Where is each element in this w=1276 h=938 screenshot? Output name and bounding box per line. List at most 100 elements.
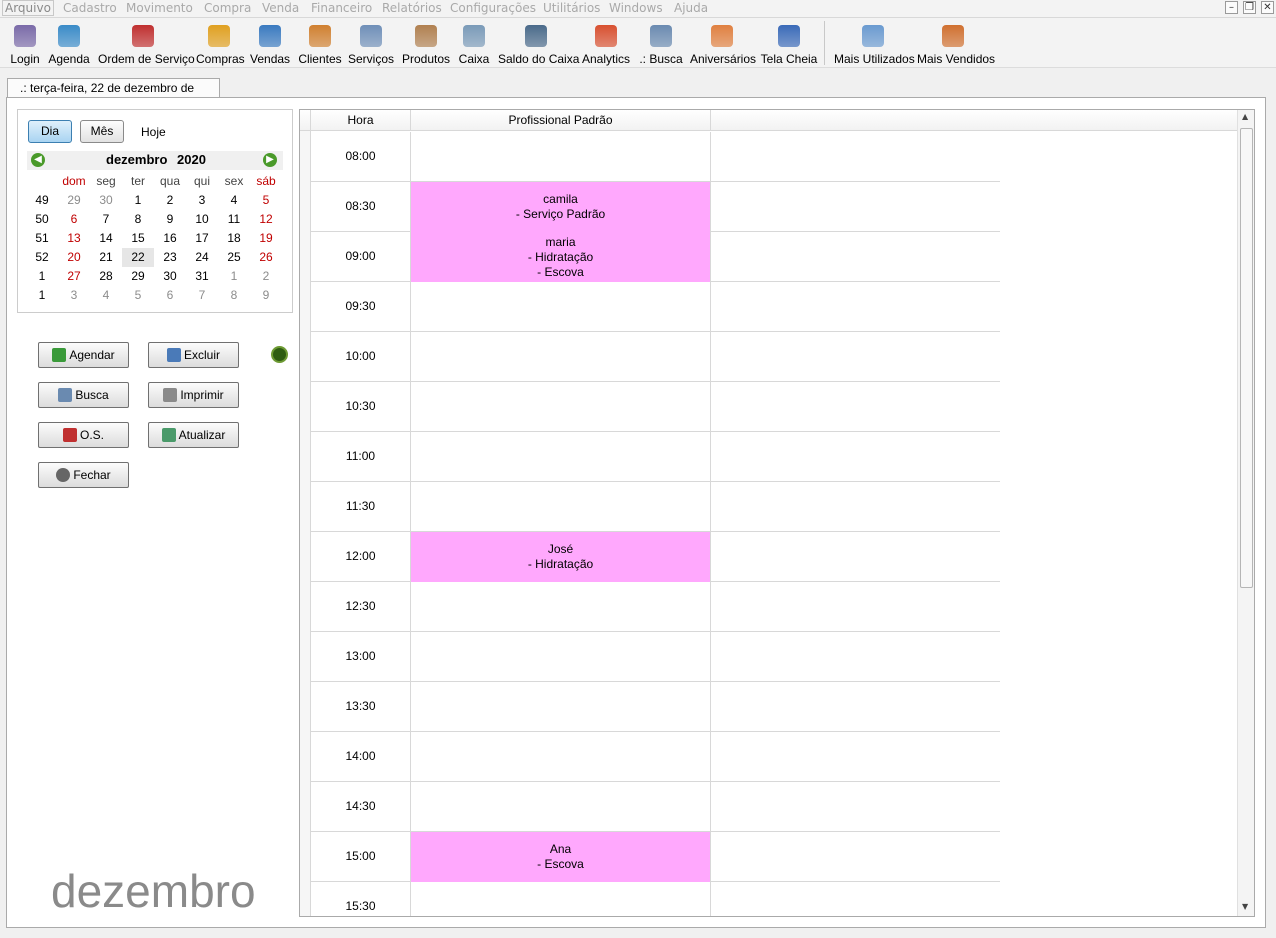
time-slot[interactable] <box>411 682 711 731</box>
calendar-day[interactable]: 12 <box>250 210 282 229</box>
calendar-day[interactable]: 19 <box>250 229 282 248</box>
menu-financeiro[interactable]: Financeiro <box>311 1 372 15</box>
agendar-button[interactable]: Agendar <box>38 342 129 368</box>
column-header-hora[interactable]: Hora <box>311 110 411 131</box>
atualizar-button[interactable]: Atualizar <box>148 422 239 448</box>
menu-arquivo[interactable]: Arquivo <box>2 0 54 16</box>
calendar-day[interactable]: 16 <box>154 229 186 248</box>
time-slot[interactable] <box>411 382 711 431</box>
scroll-down-icon[interactable]: ▼ <box>1242 902 1248 911</box>
calendar-day[interactable]: 10 <box>186 210 218 229</box>
calendar-day[interactable]: 8 <box>218 286 250 305</box>
prev-month-icon[interactable]: ◀ <box>31 153 45 167</box>
calendar-day[interactable]: 27 <box>58 267 90 286</box>
menu-relatorios[interactable]: Relatórios <box>382 1 442 15</box>
time-slot[interactable] <box>411 782 711 831</box>
calendar-day[interactable]: 13 <box>58 229 90 248</box>
calendar-day[interactable]: 29 <box>122 267 154 286</box>
time-row[interactable]: 10:00 <box>311 332 1000 382</box>
menu-configuracoes[interactable]: Configurações <box>450 1 536 15</box>
view-day-button[interactable]: Dia <box>28 120 72 143</box>
toolbar-produtos[interactable]: Produtos <box>401 22 451 66</box>
calendar-day[interactable]: 2 <box>154 191 186 210</box>
appointment-block[interactable]: camila - Serviço Padrão <box>411 182 710 232</box>
time-slot[interactable] <box>411 132 711 181</box>
menu-cadastro[interactable]: Cadastro <box>63 1 117 15</box>
menu-venda[interactable]: Venda <box>262 1 299 15</box>
busca-button[interactable]: Busca <box>38 382 129 408</box>
appointment-block[interactable]: maria - Hidratação - Escova <box>411 232 710 282</box>
menu-compra[interactable]: Compra <box>204 1 251 15</box>
calendar-day[interactable]: 28 <box>90 267 122 286</box>
toolbar-agenda[interactable]: Agenda <box>48 22 90 66</box>
calendar-day[interactable]: 24 <box>186 248 218 267</box>
calendar-day[interactable]: 30 <box>90 191 122 210</box>
time-slot[interactable] <box>411 732 711 781</box>
time-slot[interactable] <box>411 482 711 531</box>
time-row[interactable]: 09:30 <box>311 282 1000 332</box>
imprimir-button[interactable]: Imprimir <box>148 382 239 408</box>
fechar-button[interactable]: Fechar <box>38 462 129 488</box>
vertical-scrollbar[interactable]: ▲ ▼ <box>1237 110 1254 916</box>
toolbar-saldo-caixa[interactable]: Saldo do Caixa <box>498 22 579 66</box>
calendar-day[interactable]: 3 <box>186 191 218 210</box>
toolbar-clientes[interactable]: Clientes <box>298 22 342 66</box>
toolbar-ordem-servico[interactable]: Ordem de Serviço <box>98 22 195 66</box>
menu-movimento[interactable]: Movimento <box>126 1 193 15</box>
calendar-day[interactable]: 30 <box>154 267 186 286</box>
calendar-day[interactable]: 6 <box>58 210 90 229</box>
calendar-day[interactable]: 29 <box>58 191 90 210</box>
calendar-day[interactable]: 15 <box>122 229 154 248</box>
calendar-day[interactable]: 7 <box>186 286 218 305</box>
next-month-icon[interactable]: ▶ <box>263 153 277 167</box>
toolbar-tela-cheia[interactable]: Tela Cheia <box>760 22 818 66</box>
date-tab[interactable]: .: terça-feira, 22 de dezembro de 2020 <box>7 78 220 114</box>
calendar-day[interactable]: 4 <box>90 286 122 305</box>
calendar-day[interactable]: 25 <box>218 248 250 267</box>
calendar-day[interactable]: 14 <box>90 229 122 248</box>
toolbar-compras[interactable]: Compras <box>196 22 245 66</box>
appointment-block[interactable]: José - Hidratação <box>411 532 710 582</box>
toolbar-busca[interactable]: .: Busca <box>638 22 684 66</box>
time-slot[interactable] <box>411 882 711 916</box>
calendar-day[interactable]: 4 <box>218 191 250 210</box>
time-row[interactable]: 13:00 <box>311 632 1000 682</box>
toolbar-mais-utilizados[interactable]: Mais Utilizados <box>834 22 915 66</box>
calendar-month[interactable]: dezembro <box>106 152 167 167</box>
calendar-day-selected[interactable]: 22 <box>122 248 154 267</box>
toolbar-mais-vendidos[interactable]: Mais Vendidos <box>917 22 995 66</box>
view-month-button[interactable]: Mês <box>80 120 124 143</box>
column-header-profissional[interactable]: Profissional Padrão <box>411 110 711 131</box>
calendar-day[interactable]: 5 <box>122 286 154 305</box>
toolbar-login[interactable]: Login <box>8 22 42 66</box>
time-slot[interactable] <box>411 432 711 481</box>
time-row[interactable]: 13:30 <box>311 682 1000 732</box>
minimize-button[interactable]: – <box>1225 1 1238 14</box>
calendar-day[interactable]: 3 <box>58 286 90 305</box>
time-row[interactable]: 10:30 <box>311 382 1000 432</box>
calendar-day[interactable]: 9 <box>154 210 186 229</box>
toolbar-aniversarios[interactable]: Aniversários <box>690 22 756 66</box>
calendar-day[interactable]: 1 <box>122 191 154 210</box>
time-row[interactable]: 08:00 <box>311 132 1000 182</box>
calendar-year[interactable]: 2020 <box>177 152 206 167</box>
appointment-block[interactable]: Ana - Escova <box>411 832 710 882</box>
time-slot[interactable] <box>411 582 711 631</box>
time-row[interactable]: 15:30 <box>311 882 1000 916</box>
calendar-day[interactable]: 20 <box>58 248 90 267</box>
calendar-day[interactable]: 5 <box>250 191 282 210</box>
calendar-day[interactable]: 18 <box>218 229 250 248</box>
calendar-day[interactable]: 23 <box>154 248 186 267</box>
calendar-day[interactable]: 11 <box>218 210 250 229</box>
calendar-day[interactable]: 9 <box>250 286 282 305</box>
calendar-day[interactable]: 26 <box>250 248 282 267</box>
calendar-day[interactable]: 6 <box>154 286 186 305</box>
close-button[interactable]: ✕ <box>1261 1 1274 14</box>
calendar-day[interactable]: 1 <box>218 267 250 286</box>
calendar-day[interactable]: 2 <box>250 267 282 286</box>
time-row[interactable]: 11:30 <box>311 482 1000 532</box>
toolbar-caixa[interactable]: Caixa <box>457 22 491 66</box>
menu-windows[interactable]: Windows <box>609 1 663 15</box>
scroll-up-icon[interactable]: ▲ <box>1242 112 1248 121</box>
calendar-day[interactable]: 31 <box>186 267 218 286</box>
